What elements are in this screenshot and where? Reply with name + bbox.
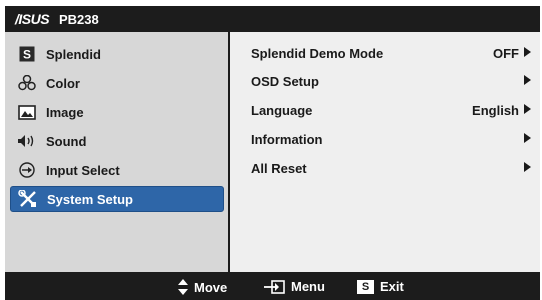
color-palette-icon [16,74,38,92]
menu-item-color[interactable]: Color [10,71,222,95]
submenu-row-information[interactable]: Information [251,130,531,150]
menu-item-label: Splendid [46,46,101,62]
svg-text:S: S [23,48,31,62]
menu-item-label: Color [46,75,80,91]
chevron-right-icon [524,75,531,85]
exit-hint[interactable]: S Exit [357,279,404,294]
menu-hint[interactable]: Menu [263,279,325,294]
menu-item-label: Input Select [46,162,120,178]
splendid-s-icon: S [16,45,38,63]
menu-item-image[interactable]: Image [10,100,222,124]
exit-s-icon: S [357,279,374,294]
chevron-right-icon [524,47,531,57]
submenu-row-splendid-demo-mode[interactable]: Splendid Demo Mode OFF [251,44,531,64]
speaker-icon [16,132,38,150]
menu-item-label: System Setup [47,191,133,207]
menu-item-splendid[interactable]: S Splendid [10,42,222,66]
menu-item-label: Image [46,104,84,120]
row-label: OSD Setup [251,74,319,89]
row-value: OFF [493,46,519,61]
submenu-row-all-reset[interactable]: All Reset [251,159,531,179]
menu-label: Menu [291,279,325,294]
submenu-row-osd-setup[interactable]: OSD Setup [251,72,531,92]
menu-item-system-setup[interactable]: System Setup [10,186,224,212]
exit-label: Exit [380,279,404,294]
up-down-arrows-icon [178,279,188,295]
submenu-row-language[interactable]: Language English [251,101,531,121]
move-label: Move [194,279,228,295]
enter-icon [263,279,285,294]
image-icon [16,103,38,121]
move-hint[interactable]: Move [178,279,227,295]
osd-footer: Move Menu S Exit [5,272,540,300]
menu-item-sound[interactable]: Sound [10,129,222,153]
row-label: Splendid Demo Mode [251,46,384,61]
menu-item-input-select[interactable]: Input Select [10,158,222,182]
chevron-right-icon [524,133,531,143]
chevron-right-icon [524,104,531,114]
row-label: Language [251,103,313,118]
menu-item-label: Sound [46,133,87,149]
model-name: PB238 [58,12,99,27]
brand: /ISUS PB238 [15,11,99,27]
tools-icon [17,190,39,208]
row-label: Information [251,132,323,147]
chevron-right-icon [524,162,531,172]
input-select-icon [16,161,38,179]
osd-header: /ISUS PB238 [5,6,540,32]
row-label: All Reset [251,161,307,176]
main-menu: S Splendid Color Image Sound Input Selec… [5,32,228,272]
row-value: English [472,103,519,118]
monitor-osd: /ISUS PB238 S Splendid Color Image Sound… [0,0,542,300]
exit-key: S [357,279,374,294]
submenu-panel: Splendid Demo Mode OFF OSD Setup Languag… [230,32,540,272]
brand-logo: /ISUS [15,11,50,27]
